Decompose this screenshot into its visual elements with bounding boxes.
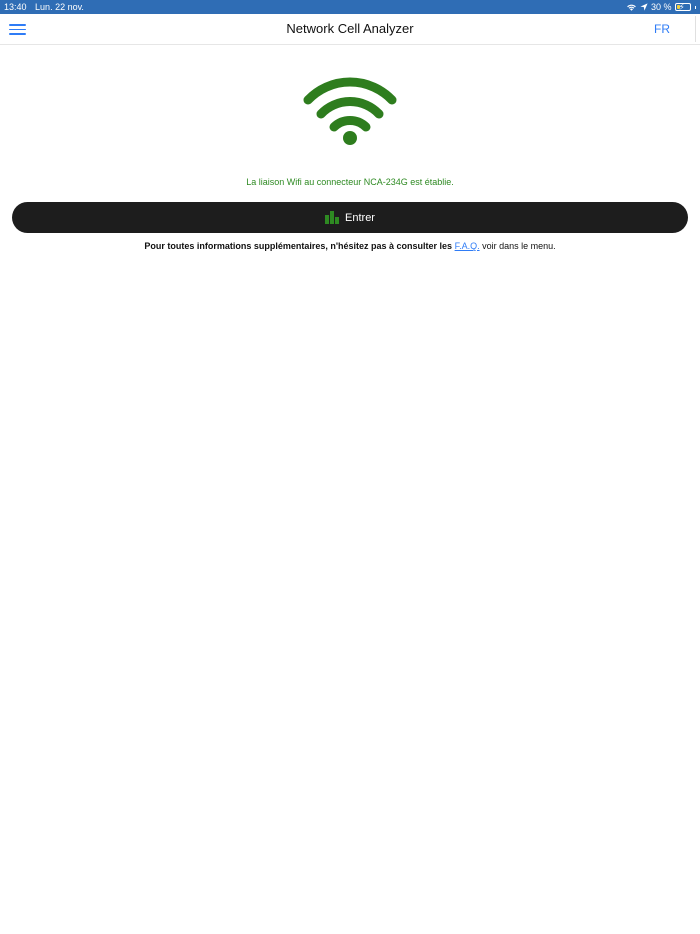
status-bar: 13:40 Lun. 22 nov. 30 % ⚡ <box>0 0 700 14</box>
wifi-arc-inner <box>329 116 371 132</box>
wifi-icon <box>627 4 636 11</box>
battery-charging-icon: ⚡ <box>674 2 691 12</box>
location-arrow-icon <box>640 3 648 11</box>
page-title: Network Cell Analyzer <box>286 21 414 36</box>
connection-status-message: La liaison Wifi au connecteur NCA-234G e… <box>246 177 454 187</box>
battery-tip <box>694 5 696 9</box>
info-text: Pour toutes informations supplémentaires… <box>0 241 700 251</box>
status-right: 30 % ⚡ <box>626 0 696 14</box>
wifi-icon <box>303 77 397 145</box>
bar-chart-icon <box>325 211 340 224</box>
battery-percent: 30 % <box>650 2 672 12</box>
divider <box>695 16 696 42</box>
wifi-arc-middle <box>316 97 384 119</box>
bolt-icon: ⚡ <box>678 2 685 12</box>
enter-button-label: Entrer <box>345 211 375 224</box>
enter-button[interactable]: Entrer <box>12 202 688 233</box>
language-button[interactable]: FR <box>654 14 670 44</box>
faq-link[interactable]: F.A.Q. <box>455 241 480 251</box>
app-screen: 13:40 Lun. 22 nov. 30 % ⚡ Network Cell A… <box>0 0 700 934</box>
info-suffix-text: voir dans le menu. <box>482 241 556 251</box>
wifi-dot <box>343 131 357 145</box>
info-bold-text: Pour toutes informations supplémentaires… <box>144 241 453 251</box>
navigation-bar: Network Cell Analyzer FR <box>0 14 700 45</box>
status-left: 13:40 Lun. 22 nov. <box>4 0 90 14</box>
status-date: Lun. 22 nov. <box>35 2 84 12</box>
status-time: 13:40 <box>4 2 27 12</box>
